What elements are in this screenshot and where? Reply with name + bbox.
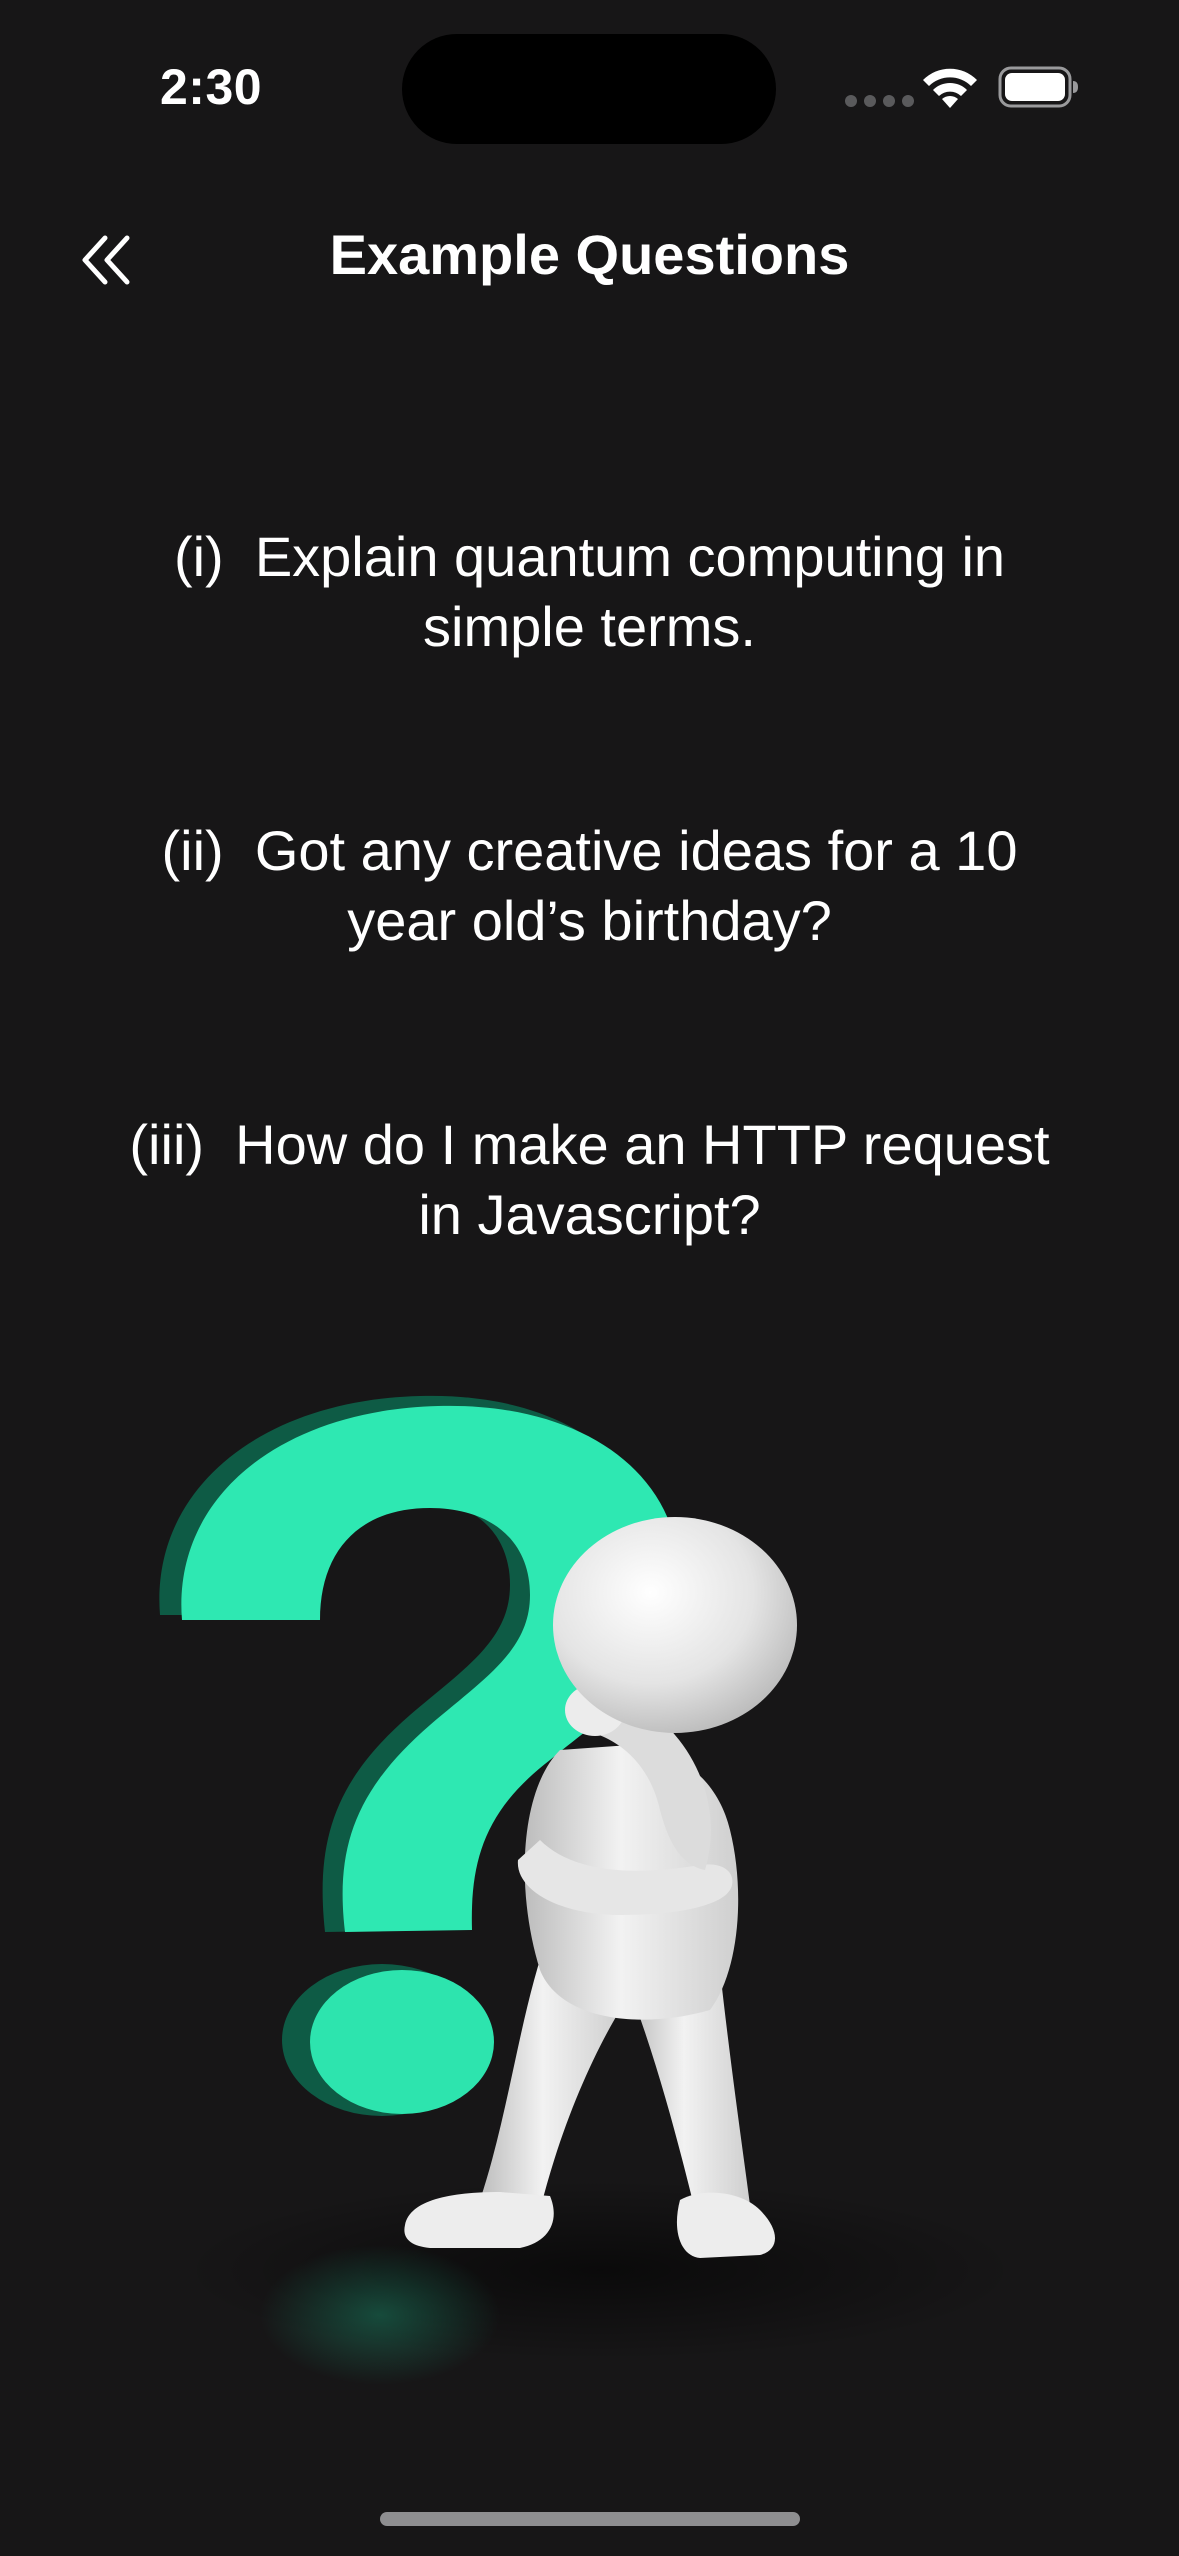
question-text: Got any creative ideas for a 10 year old… — [254, 819, 1018, 952]
question-marker: (iii) — [129, 1113, 205, 1176]
status-time: 2:30 — [160, 59, 263, 115]
cellular-signal-icon — [845, 95, 914, 107]
example-question-2[interactable]: (ii) Got any creative ideas for a 10 yea… — [100, 816, 1079, 956]
question-marker: (i) — [173, 525, 224, 588]
thinking-figure-illustration — [159, 1395, 1020, 2385]
battery-icon — [998, 66, 1078, 108]
question-marker: (ii) — [161, 819, 224, 882]
example-question-1[interactable]: (i) Explain quantum computing in simple … — [100, 522, 1079, 662]
question-text: How do I make an HTTP request in Javascr… — [235, 1113, 1050, 1246]
example-question-3[interactable]: (iii) How do I make an HTTP request in J… — [100, 1110, 1079, 1250]
dynamic-island — [402, 34, 776, 144]
wifi-icon — [923, 68, 977, 108]
home-indicator[interactable] — [380, 2512, 800, 2526]
page-title: Example Questions — [329, 223, 850, 286]
question-text: Explain quantum computing in simple term… — [254, 525, 1006, 658]
